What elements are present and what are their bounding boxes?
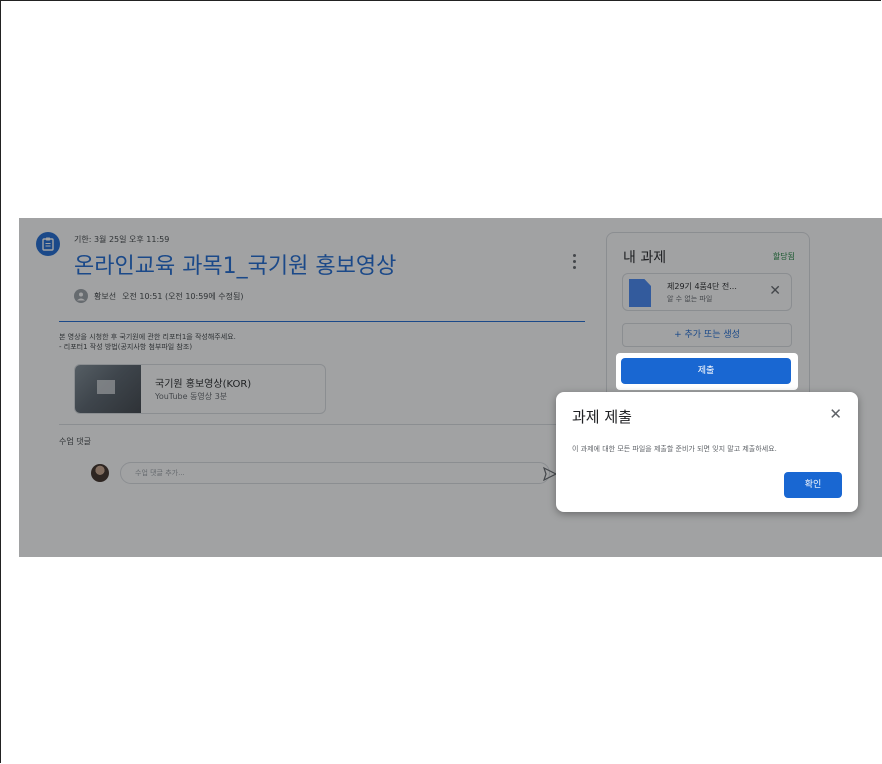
submit-button[interactable]: 제출 <box>621 358 791 384</box>
close-icon[interactable]: ✕ <box>829 406 842 422</box>
submit-highlight: 제출 <box>616 353 798 390</box>
confirm-button[interactable]: 확인 <box>784 472 842 498</box>
classroom-screen: 기한: 3월 25일 오후 11:59 온라인교육 과목1_국기원 홍보영상 황… <box>19 218 882 557</box>
submit-dialog: 과제 제출 ✕ 이 과제에 대한 모든 파일을 제출할 준비가 되면 잊지 말고… <box>556 392 858 512</box>
dialog-title: 과제 제출 <box>572 408 632 426</box>
dialog-message: 이 과제에 대한 모든 파일을 제출할 준비가 되면 잊지 말고 제출하세요. <box>572 445 777 453</box>
